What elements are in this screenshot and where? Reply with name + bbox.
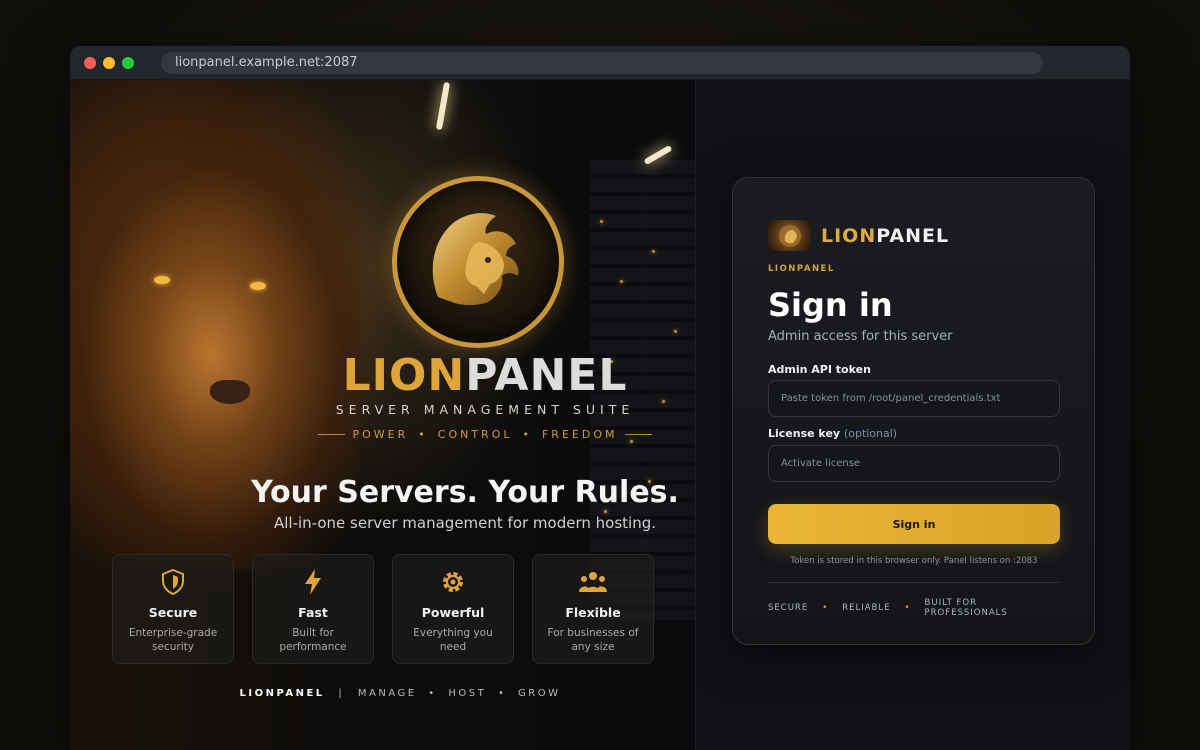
tagline-separator: • bbox=[418, 428, 428, 441]
close-window-button[interactable] bbox=[84, 56, 96, 69]
footer-brand: LIONPANEL bbox=[239, 688, 325, 699]
sign-in-button[interactable]: Sign in bbox=[768, 504, 1060, 544]
hero-panel: LIONPANEL SERVER MANAGEMENT SUITE POWER … bbox=[70, 80, 696, 750]
divider bbox=[768, 582, 1060, 583]
token-label: Admin API token bbox=[768, 363, 871, 376]
gear-icon bbox=[393, 567, 513, 597]
login-logo-lion: LION bbox=[821, 224, 877, 247]
feature-description: Built for performance bbox=[279, 627, 347, 653]
license-optional-hint: (optional) bbox=[843, 427, 898, 440]
login-logo: LIONPANEL bbox=[768, 220, 949, 251]
tagline-item: POWER bbox=[352, 428, 409, 441]
trust-badges: SECURE • RELIABLE • BUILT FOR PROFESSION… bbox=[768, 598, 1060, 618]
trust-badge: SECURE bbox=[768, 603, 809, 613]
token-input[interactable] bbox=[768, 380, 1060, 417]
badge-separator: • bbox=[904, 603, 911, 613]
feature-description: Everything you need bbox=[413, 627, 493, 653]
browser-window: lionpanel.example.net:2087 LIONPANEL SER… bbox=[70, 46, 1130, 750]
browser-titlebar: lionpanel.example.net:2087 bbox=[70, 46, 1130, 80]
lion-nose-image bbox=[210, 380, 250, 404]
divider bbox=[625, 434, 652, 435]
footer-divider: | bbox=[338, 688, 345, 699]
lion-emblem-icon bbox=[392, 176, 564, 348]
address-bar-url: lionpanel.example.net:2087 bbox=[175, 55, 358, 70]
feature-card-fast: Fast Built for performance bbox=[252, 554, 374, 664]
page-content: LIONPANEL SERVER MANAGEMENT SUITE POWER … bbox=[70, 80, 1130, 750]
login-logo-wordmark: LIONPANEL bbox=[821, 225, 949, 247]
license-label: License key (optional) bbox=[768, 427, 897, 440]
feature-description: Enterprise-grade security bbox=[128, 627, 218, 653]
shield-icon bbox=[113, 567, 233, 597]
login-card: LIONPANEL LIONPANEL Sign in Admin access… bbox=[732, 177, 1095, 645]
ceiling-light-image bbox=[435, 81, 451, 131]
minimize-window-button[interactable] bbox=[103, 56, 115, 69]
small-brand-label: LIONPANEL bbox=[768, 264, 835, 274]
lightning-icon bbox=[253, 567, 373, 597]
hero-subtitle: All-in-one server management for modern … bbox=[273, 514, 656, 532]
footer-item: HOST bbox=[448, 688, 487, 699]
address-bar[interactable]: lionpanel.example.net:2087 bbox=[161, 51, 1043, 74]
hero-brand-lion: LION bbox=[342, 350, 466, 401]
license-input[interactable] bbox=[768, 445, 1060, 482]
page-subtitle: Admin access for this server bbox=[768, 329, 953, 344]
token-storage-note: Token is stored in this browser only. Pa… bbox=[790, 556, 1038, 566]
login-logo-panel: PANEL bbox=[876, 224, 950, 247]
feature-card-flexible: Flexible For businesses of any size bbox=[532, 554, 654, 664]
lion-eye-image bbox=[250, 282, 266, 290]
feature-description: For businesses of any size bbox=[547, 627, 639, 653]
lion-logo-icon bbox=[768, 220, 811, 251]
tagline-item: FREEDOM bbox=[541, 428, 618, 441]
divider bbox=[318, 434, 345, 435]
hero-brand-panel: PANEL bbox=[465, 350, 628, 401]
users-icon bbox=[533, 567, 653, 597]
hero-brand-wordmark: LIONPANEL bbox=[310, 350, 660, 401]
page-title: Sign in bbox=[768, 286, 893, 324]
hero-suite-label: SERVER MANAGEMENT SUITE bbox=[335, 402, 635, 417]
hero-tagline: POWER • CONTROL • FREEDOM bbox=[310, 428, 660, 441]
footer-separator: • bbox=[428, 688, 437, 699]
hero-title: Your Servers. Your Rules. bbox=[251, 475, 679, 510]
badge-separator: • bbox=[822, 603, 829, 613]
tagline-item: CONTROL bbox=[437, 428, 513, 441]
footer-item: GROW bbox=[518, 688, 561, 699]
license-label-text: License key bbox=[768, 427, 841, 440]
lion-eye-image bbox=[154, 276, 170, 284]
feature-name: Flexible bbox=[565, 605, 621, 620]
feature-card-powerful: Powerful Everything you need bbox=[392, 554, 514, 664]
hero-footer: LIONPANEL | MANAGE • HOST • GROW bbox=[200, 688, 600, 699]
maximize-window-button[interactable] bbox=[122, 56, 134, 69]
feature-name: Powerful bbox=[421, 605, 485, 620]
feature-name: Fast bbox=[298, 605, 328, 620]
feature-name: Secure bbox=[148, 605, 198, 620]
footer-item: MANAGE bbox=[357, 688, 417, 699]
feature-list: Secure Enterprise-grade security Fast Bu… bbox=[112, 554, 654, 664]
tagline-separator: • bbox=[522, 428, 532, 441]
trust-badge: BUILT FOR PROFESSIONALS bbox=[924, 598, 1008, 618]
trust-badge: RELIABLE bbox=[842, 603, 891, 613]
footer-separator: • bbox=[497, 688, 507, 699]
login-panel: LIONPANEL LIONPANEL Sign in Admin access… bbox=[696, 80, 1130, 750]
feature-card-secure: Secure Enterprise-grade security bbox=[112, 554, 234, 664]
